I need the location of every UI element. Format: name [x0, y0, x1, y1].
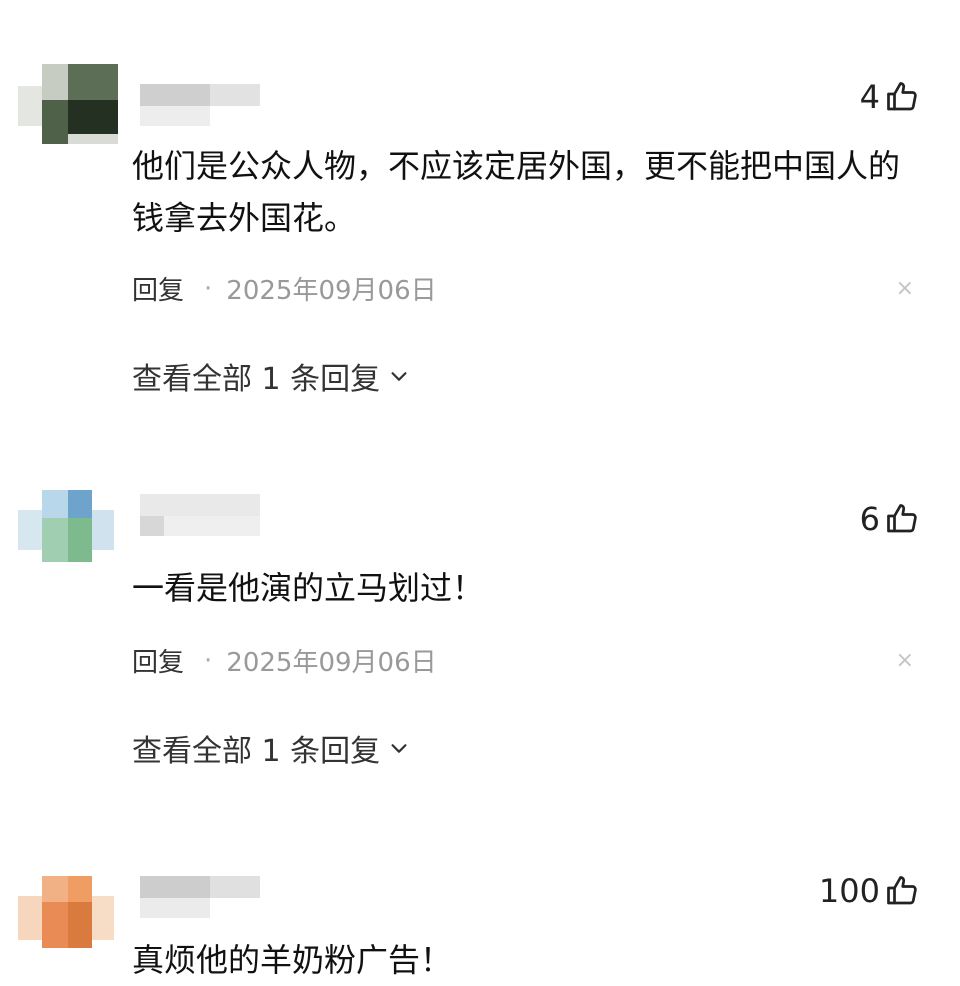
like-count: 100: [818, 872, 880, 910]
reply-button[interactable]: 回复: [132, 270, 184, 307]
meta-separator: ·: [204, 273, 213, 304]
comment-text: 一看是他演的立马划过！: [132, 569, 485, 607]
thumbs-up-icon: [884, 501, 920, 537]
reply-button[interactable]: 回复: [132, 642, 184, 679]
comment-text: 真烦他的羊奶粉广告！: [132, 941, 453, 979]
close-icon[interactable]: ×: [896, 648, 914, 673]
like-count: 4: [859, 78, 880, 116]
view-all-label: 查看全部 1 条回复: [132, 734, 381, 769]
close-icon[interactable]: ×: [896, 276, 914, 301]
comment-date: 2025年09月06日: [226, 648, 437, 678]
username-blurred[interactable]: [140, 876, 260, 924]
avatar[interactable]: [18, 876, 118, 956]
username-blurred[interactable]: [140, 84, 260, 132]
thumbs-up-icon: [884, 79, 920, 115]
username-blurred[interactable]: [140, 494, 260, 542]
chevron-down-icon: [388, 737, 410, 759]
meta-separator: ·: [204, 645, 213, 676]
comment-meta: 回复 · 2025年09月06日: [132, 642, 437, 679]
view-all-replies-button[interactable]: 查看全部 1 条回复: [132, 726, 410, 770]
comment-date: 2025年09月06日: [226, 276, 437, 306]
comment-meta: 回复 · 2025年09月06日: [132, 270, 437, 307]
thumbs-up-icon: [884, 873, 920, 909]
comment-text: 他们是公众人物，不应该定居外国，更不能把中国人的钱拿去外国花。: [132, 147, 901, 237]
like-count: 6: [859, 500, 880, 538]
avatar[interactable]: [18, 64, 118, 144]
view-all-label: 查看全部 1 条回复: [132, 362, 381, 397]
like-button[interactable]: 100: [819, 872, 920, 910]
view-all-replies-button[interactable]: 查看全部 1 条回复: [132, 354, 410, 398]
like-button[interactable]: 4: [860, 78, 920, 116]
like-button[interactable]: 6: [860, 500, 920, 538]
chevron-down-icon: [388, 365, 410, 387]
avatar[interactable]: [18, 490, 118, 570]
